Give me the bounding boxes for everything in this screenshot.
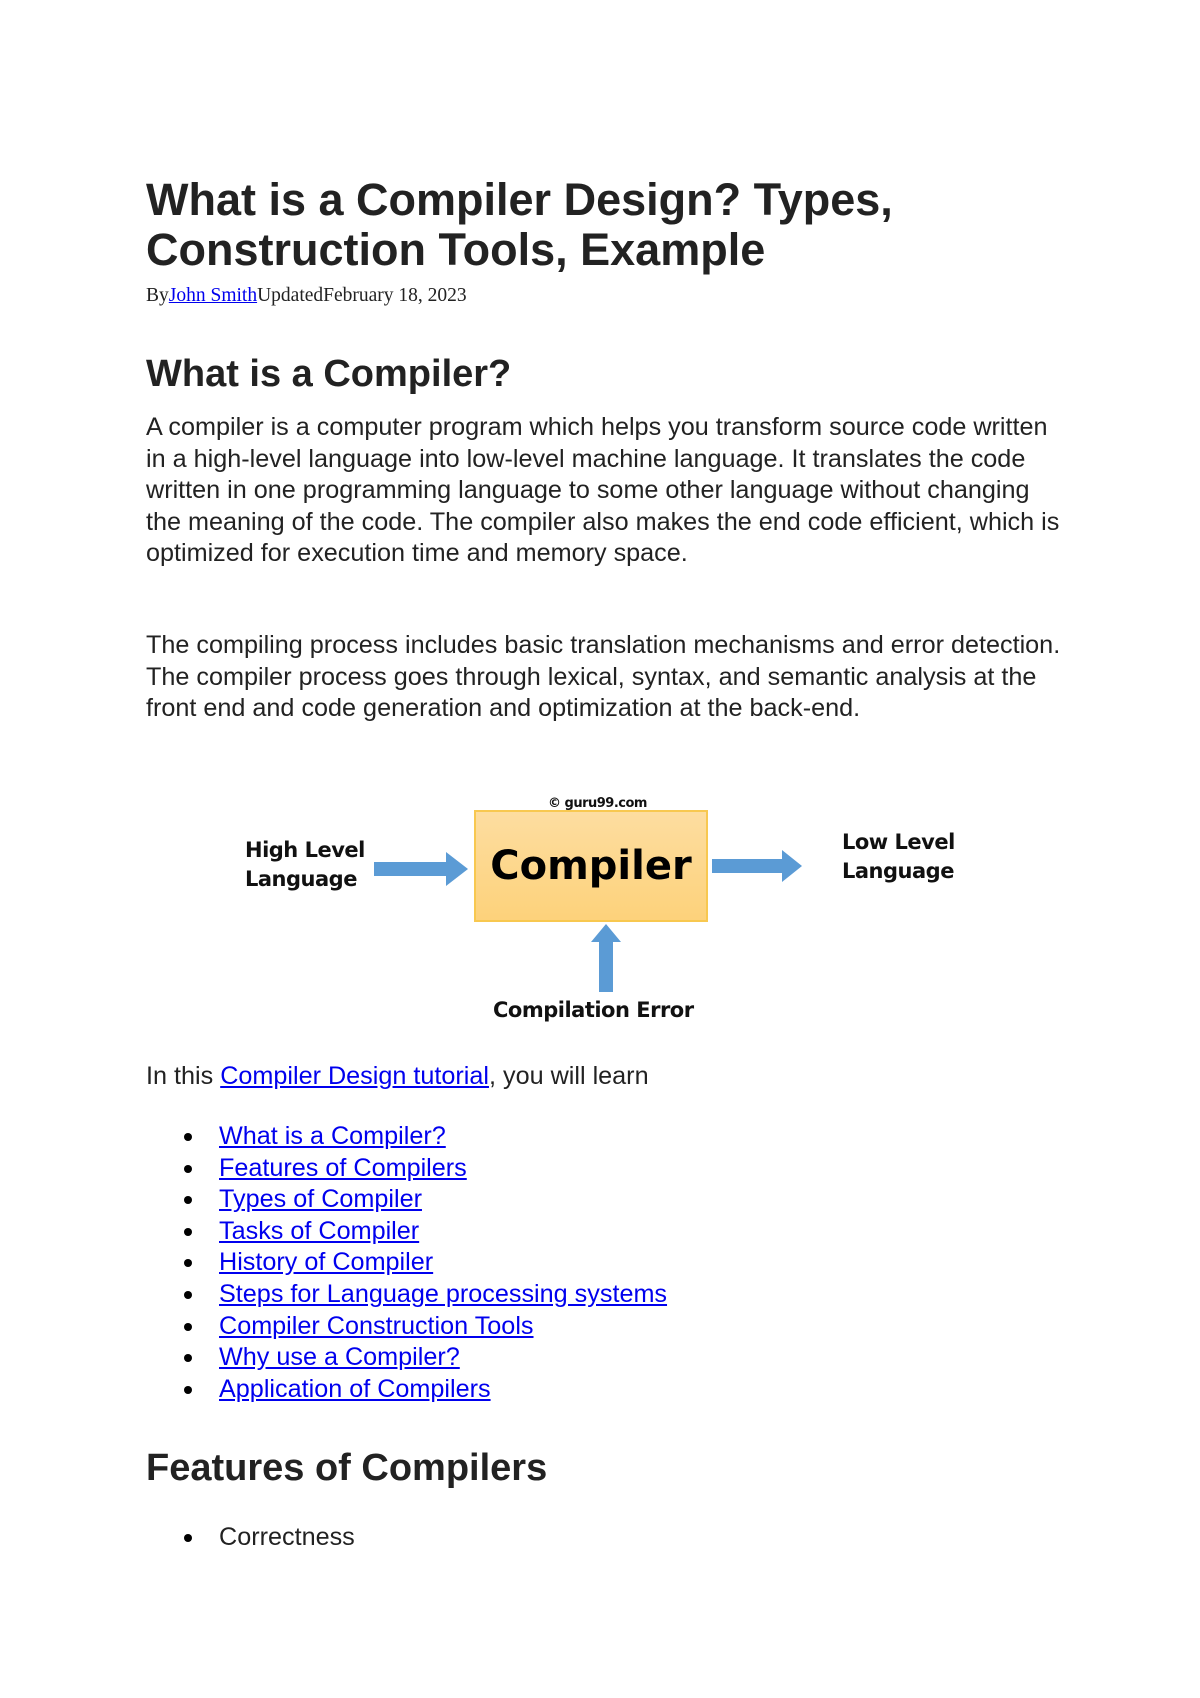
by-label: By xyxy=(146,285,169,306)
toc-link-types[interactable]: Types of Compiler xyxy=(219,1185,422,1213)
input-label: High Level Language xyxy=(245,836,365,894)
feature-item: Correctness xyxy=(146,1522,355,1554)
paragraph-compiling-process: The compiling process includes basic tra… xyxy=(146,631,1061,723)
toc-link-tasks[interactable]: Tasks of Compiler xyxy=(219,1217,419,1245)
error-arrow-icon xyxy=(591,924,621,992)
toc-item: Tasks of Compiler xyxy=(146,1216,667,1248)
author-link[interactable]: John Smith xyxy=(169,285,257,306)
toc-link-features[interactable]: Features of Compilers xyxy=(219,1154,467,1182)
toc-link-construction-tools[interactable]: Compiler Construction Tools xyxy=(219,1312,534,1340)
output-arrow-icon xyxy=(712,850,802,882)
byline: ByJohn SmithUpdatedFebruary 18, 2023 xyxy=(146,285,467,307)
section-heading-what-is-compiler: What is a Compiler? xyxy=(146,353,512,395)
toc-link-why-use[interactable]: Why use a Compiler? xyxy=(219,1343,460,1371)
toc-item: Features of Compilers xyxy=(146,1153,667,1185)
toc-item: Why use a Compiler? xyxy=(146,1342,667,1374)
toc-item: Types of Compiler xyxy=(146,1184,667,1216)
updated-label: Updated xyxy=(257,285,324,306)
paragraph-compiler-definition: A compiler is a computer program which h… xyxy=(146,413,1060,568)
article-title: What is a Compiler Design? Types, Constr… xyxy=(146,174,893,275)
compiler-box: Compiler xyxy=(474,810,708,922)
tutorial-link[interactable]: Compiler Design tutorial xyxy=(220,1062,489,1090)
toc-item: Steps for Language processing systems xyxy=(146,1279,667,1311)
input-label-line2: Language xyxy=(245,867,357,891)
error-label: Compilation Error xyxy=(493,998,694,1022)
updated-date: February 18, 2023 xyxy=(323,285,467,306)
toc-link-steps[interactable]: Steps for Language processing systems xyxy=(219,1280,667,1308)
input-label-line1: High Level xyxy=(245,838,365,862)
toc-item: Application of Compilers xyxy=(146,1374,667,1406)
toc-link-application[interactable]: Application of Compilers xyxy=(219,1375,491,1403)
toc-item: History of Compiler xyxy=(146,1247,667,1279)
features-list: Correctness xyxy=(146,1522,355,1554)
toc-item: Compiler Construction Tools xyxy=(146,1311,667,1343)
section-heading-features: Features of Compilers xyxy=(146,1447,548,1489)
toc-item: What is a Compiler? xyxy=(146,1121,667,1153)
intro-sentence: In this Compiler Design tutorial, you wi… xyxy=(146,1061,1066,1093)
output-label: Low Level Language xyxy=(842,828,955,886)
intro-suffix: , you will learn xyxy=(488,1062,649,1090)
output-label-line1: Low Level xyxy=(842,830,955,854)
compiler-box-label: Compiler xyxy=(490,843,692,889)
table-of-contents: What is a Compiler? Features of Compiler… xyxy=(146,1121,667,1405)
input-arrow-icon xyxy=(374,852,468,886)
intro-prefix: In this xyxy=(146,1062,221,1090)
toc-link-history[interactable]: History of Compiler xyxy=(219,1248,433,1276)
copyright-label: © guru99.com xyxy=(548,796,647,811)
toc-link-what-is-compiler[interactable]: What is a Compiler? xyxy=(219,1122,446,1150)
output-label-line2: Language xyxy=(842,859,954,883)
compiler-diagram: © guru99.com High Level Language Compile… xyxy=(230,780,970,1040)
